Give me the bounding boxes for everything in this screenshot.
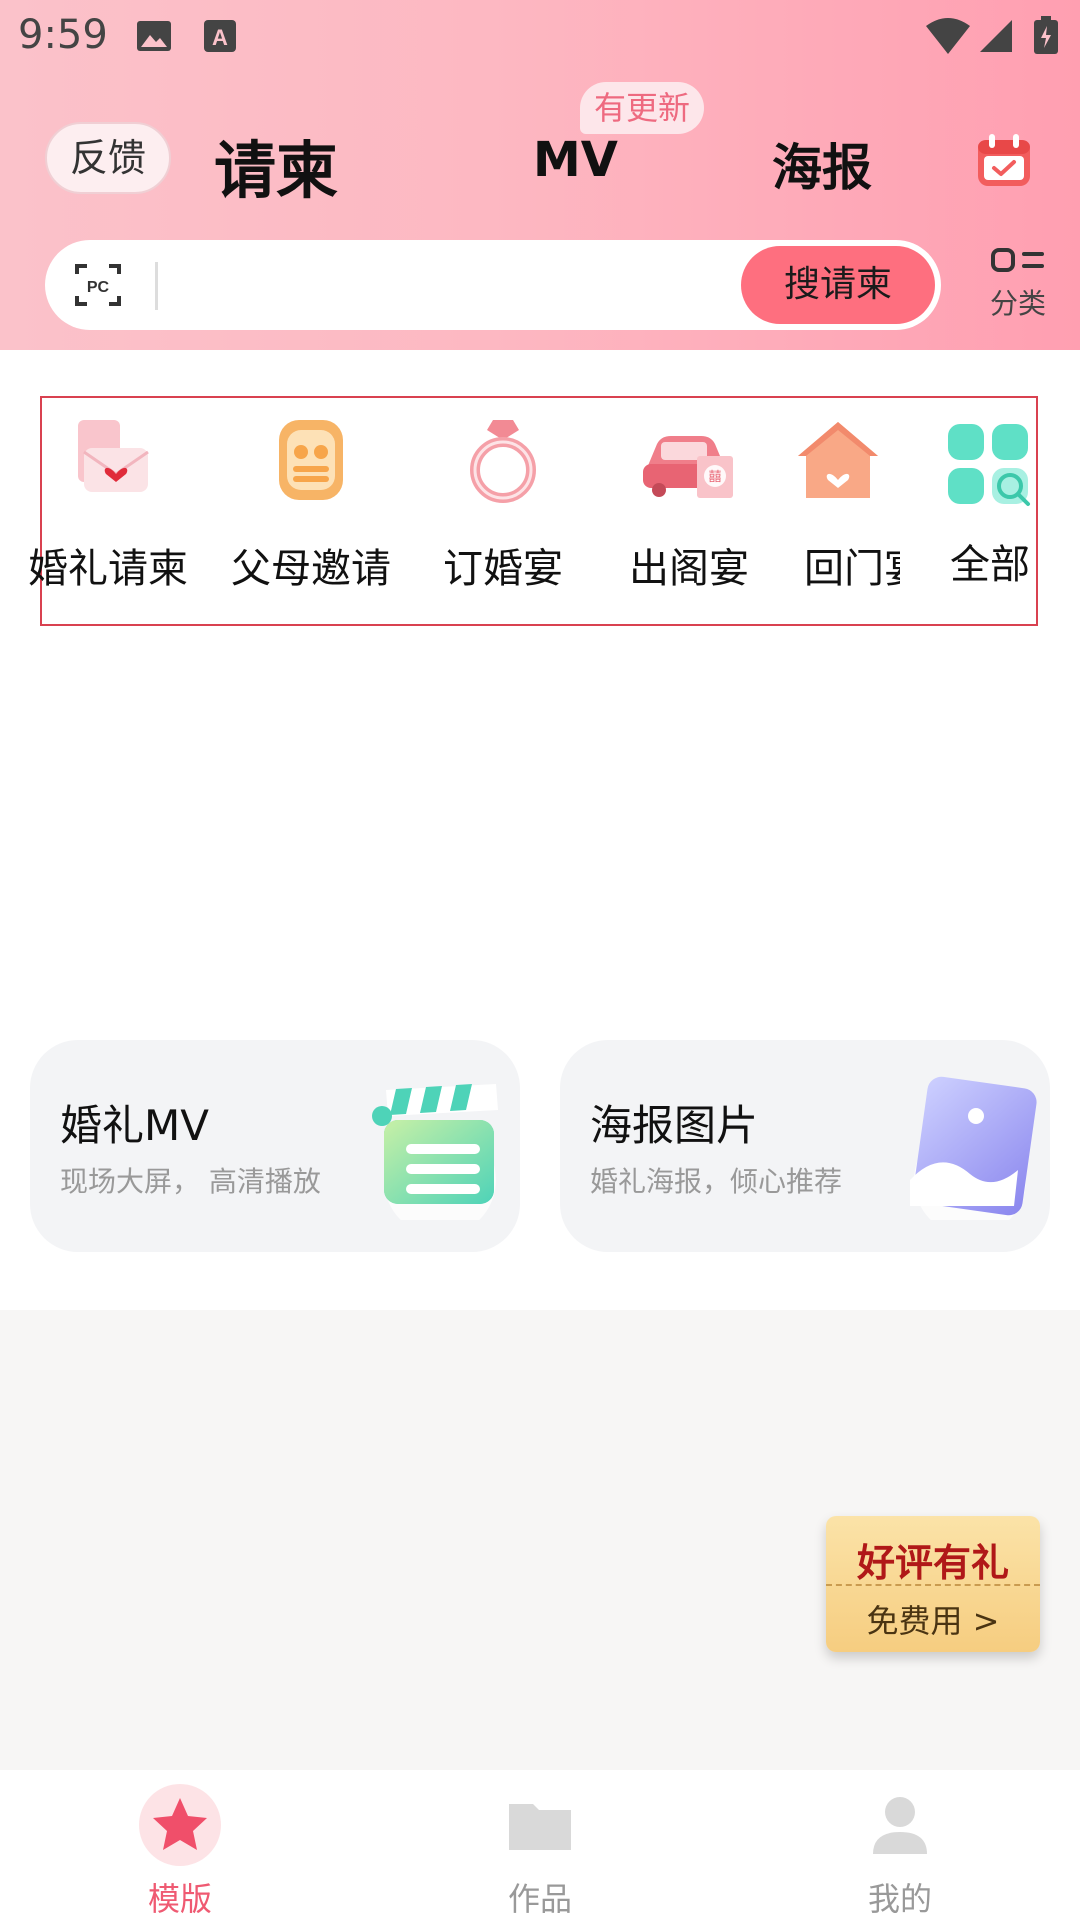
wifi-icon [926, 18, 970, 54]
category-item-return-home[interactable]: 回门宴 [776, 410, 900, 594]
category-label: 订婚宴 [443, 546, 563, 592]
tab-mv[interactable]: MV [533, 132, 618, 188]
image-icon [137, 21, 171, 51]
category-label: 父母邀请 [231, 546, 391, 592]
grid-search-icon [948, 424, 1030, 506]
svg-text:囍: 囍 [708, 470, 721, 485]
category-item-car-banquet[interactable]: 囍 出阁宴 [594, 410, 784, 594]
nav-label: 作品 [507, 1880, 572, 1918]
search-bar: PC 搜请柬 [45, 240, 941, 330]
calendar-check-icon[interactable] [976, 134, 1032, 188]
nav-works[interactable]: 作品 [470, 1784, 610, 1920]
user-icon [873, 1797, 927, 1854]
search-input[interactable] [175, 256, 775, 314]
card-subtitle: 现场大屏， 高清播放 [60, 1165, 321, 1198]
tab-poster[interactable]: 海报 [772, 128, 872, 200]
category-label: 回门宴 [804, 546, 900, 592]
review-title: 好评有礼 [856, 1540, 1009, 1585]
pc-scan-icon[interactable]: PC [75, 262, 121, 308]
card-wedding-mv[interactable]: 婚礼MV 现场大屏， 高清播放 [30, 1040, 520, 1252]
signal-icon [980, 20, 1012, 52]
folder-icon [509, 1804, 571, 1850]
feedback-button[interactable]: 反馈 [45, 122, 171, 194]
review-gift-button[interactable]: 好评有礼 免费用 > [826, 1516, 1040, 1652]
card-subtitle: 婚礼海报，倾心推荐 [590, 1165, 843, 1198]
card-title: 婚礼MV [60, 1101, 209, 1150]
search-button[interactable]: 搜请柬 [741, 246, 935, 324]
wedding-car-icon: 囍 [643, 436, 733, 498]
ring-icon [470, 420, 536, 503]
review-divider [826, 1584, 1040, 1586]
nav-label: 我的 [867, 1880, 932, 1918]
category-item-parents[interactable]: 父母邀请 [216, 410, 406, 594]
status-bar: 9:59 A [0, 0, 1080, 72]
clapperboard-icon [372, 1084, 498, 1220]
nav-label: 模版 [147, 1880, 212, 1918]
category-label: 婚礼请柬 [28, 546, 188, 592]
category-item-engagement[interactable]: 订婚宴 [408, 410, 598, 594]
category-item-all[interactable]: 全部 [930, 416, 1050, 590]
category-label: 全部 [950, 542, 1030, 588]
search-divider [155, 262, 158, 310]
svg-text:PC: PC [87, 279, 110, 296]
nav-me[interactable]: 我的 [830, 1784, 970, 1920]
category-button[interactable]: 分类 [980, 246, 1056, 322]
card-title: 海报图片 [590, 1101, 759, 1150]
card-poster-images[interactable]: 海报图片 婚礼海报，倾心推荐 [560, 1040, 1050, 1252]
picture-icon [910, 1076, 1037, 1220]
bottom-nav: 模版 作品 我的 [0, 1770, 1080, 1920]
star-icon [139, 1784, 221, 1866]
update-badge: 有更新 [580, 82, 705, 134]
status-time: 9:59 [18, 12, 108, 58]
category-item-wedding-invitation[interactable]: 婚礼请柬 [13, 410, 203, 594]
a-icon: A [204, 20, 236, 52]
category-icon [991, 248, 1044, 272]
envelope-heart-icon [78, 420, 149, 492]
parents-icon [279, 420, 343, 500]
category-label: 出阁宴 [629, 546, 749, 592]
svg-text:A: A [212, 25, 228, 50]
tab-invitation[interactable]: 请柬 [214, 120, 338, 210]
review-subtitle: 免费用 > [866, 1602, 1000, 1640]
battery-icon [1034, 16, 1058, 54]
nav-templates[interactable]: 模版 [110, 1784, 250, 1920]
category-label: 分类 [989, 287, 1046, 320]
house-heart-icon [798, 422, 878, 498]
